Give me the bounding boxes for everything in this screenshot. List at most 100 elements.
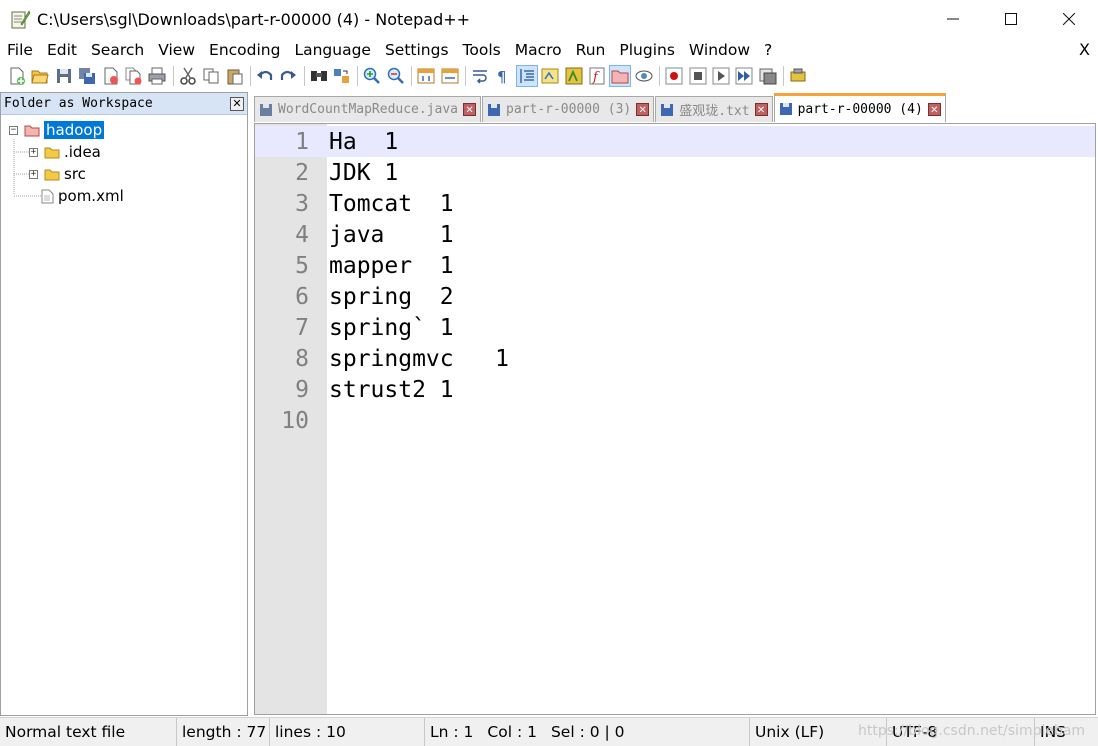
minimize-button[interactable] [924, 0, 982, 38]
panel-close-button[interactable]: ✕ [230, 96, 244, 111]
line-text[interactable]: Tomcat 1 [329, 191, 454, 217]
folder-workspace-panel: Folder as Workspace ✕ − hadoop + .idea +… [0, 92, 248, 716]
monitoring-icon[interactable] [633, 65, 655, 87]
status-eol: Unix (LF) [750, 717, 887, 746]
tab-close-icon[interactable]: ✕ [927, 102, 941, 116]
close-window-button[interactable] [1040, 0, 1098, 38]
editor-line[interactable]: 10 [255, 405, 1095, 436]
menu-help[interactable]: ? [757, 41, 779, 59]
editor-line[interactable]: 9 strust2 1 [255, 374, 1095, 405]
toolbar: ¶ f [0, 62, 1098, 90]
menu-encoding[interactable]: Encoding [202, 41, 287, 59]
editor-line[interactable]: 7 spring` 1 [255, 312, 1095, 343]
line-text[interactable]: java 1 [329, 222, 454, 248]
editor-line[interactable]: 1 Ha 1 [255, 126, 1095, 157]
text-editor[interactable]: 1 Ha 1 2 JDK 1 3 Tomcat 1 4 java 1 5 mapper 1 6 spr… [254, 123, 1096, 715]
word-wrap-icon[interactable] [469, 65, 491, 87]
status-position: Ln : 1 Col : 1 Sel : 0 | 0 [425, 717, 750, 746]
expand-icon[interactable]: + [29, 169, 38, 179]
new-file-icon[interactable] [6, 65, 28, 87]
paste-icon[interactable] [224, 65, 246, 87]
line-text[interactable]: JDK 1 [329, 160, 398, 186]
menu-window[interactable]: Window [682, 41, 757, 59]
menu-language[interactable]: Language [287, 41, 378, 59]
open-file-icon[interactable] [29, 65, 51, 87]
menu-macro[interactable]: Macro [508, 41, 569, 59]
tab-wordcountmapreduce[interactable]: WordCountMapReduce.java ✕ [254, 96, 482, 122]
editor-line[interactable]: 6 spring 2 [255, 281, 1095, 312]
editor-line[interactable]: 8 springmvc 1 [255, 343, 1095, 374]
expand-icon[interactable]: + [29, 147, 38, 157]
show-all-characters-icon[interactable]: ¶ [492, 65, 514, 87]
tab-label: part-r-00000 (3) [506, 102, 632, 117]
tab-part-r-00000-4[interactable]: part-r-00000 (4) ✕ [773, 93, 946, 122]
zoom-in-icon[interactable] [361, 65, 383, 87]
close-file-icon[interactable] [100, 65, 122, 87]
sync-horizontal-icon[interactable] [439, 65, 461, 87]
redo-icon[interactable] [277, 65, 299, 87]
replace-icon[interactable] [331, 65, 353, 87]
editor-line[interactable]: 3 Tomcat 1 [255, 188, 1095, 219]
tab-part-r-00000-3[interactable]: part-r-00000 (3) ✕ [482, 96, 655, 122]
macro-stop-icon[interactable] [687, 65, 709, 87]
tab-close-icon[interactable]: ✕ [754, 103, 768, 116]
macro-record-icon[interactable] [663, 65, 685, 87]
line-text[interactable]: spring` 1 [329, 315, 454, 341]
menu-run[interactable]: Run [569, 41, 613, 59]
macro-play-icon[interactable] [710, 65, 732, 87]
macro-save-icon[interactable] [757, 65, 779, 87]
toolbar-separator [357, 66, 359, 86]
plugin-icon[interactable] [787, 65, 809, 87]
tab-close-icon[interactable]: ✕ [463, 103, 477, 116]
tree-item-src[interactable]: + src [1, 163, 247, 185]
indent-guide-icon[interactable] [515, 65, 538, 87]
document-map-icon[interactable] [563, 65, 585, 87]
tree-root-hadoop[interactable]: − hadoop [1, 119, 247, 141]
file-icon [41, 189, 54, 203]
tab-close-icon[interactable]: ✕ [636, 103, 650, 116]
save-icon[interactable] [53, 65, 75, 87]
user-defined-language-icon[interactable] [539, 65, 561, 87]
line-text[interactable]: spring 2 [329, 284, 454, 310]
menu-edit[interactable]: Edit [40, 41, 84, 59]
menu-file[interactable]: File [0, 41, 40, 59]
line-number: 5 [295, 252, 309, 279]
sync-vertical-icon[interactable] [415, 65, 437, 87]
tree-item-pom-xml[interactable]: pom.xml [1, 185, 247, 207]
line-number: 1 [295, 128, 309, 155]
function-list-icon[interactable]: f [586, 65, 608, 87]
menu-view[interactable]: View [151, 41, 202, 59]
line-text[interactable]: springmvc 1 [329, 346, 509, 372]
line-text[interactable]: mapper 1 [329, 253, 454, 279]
undo-icon[interactable] [254, 65, 276, 87]
close-document-button[interactable]: X [1079, 40, 1090, 59]
editor-line[interactable]: 2 JDK 1 [255, 157, 1095, 188]
macro-run-multiple-icon[interactable] [733, 65, 755, 87]
save-state-icon [661, 103, 674, 116]
line-text[interactable]: Ha 1 [329, 129, 398, 155]
root-folder-icon [24, 125, 40, 136]
save-all-icon[interactable] [76, 65, 98, 87]
folder-as-workspace-icon[interactable] [609, 65, 632, 87]
zoom-out-icon[interactable] [385, 65, 407, 87]
editor-line[interactable]: 5 mapper 1 [255, 250, 1095, 281]
menu-search[interactable]: Search [84, 41, 151, 59]
copy-icon[interactable] [200, 65, 222, 87]
maximize-button[interactable] [982, 0, 1040, 38]
find-icon[interactable] [308, 65, 330, 87]
print-icon[interactable] [146, 65, 168, 87]
status-encoding: UTF-8 [887, 717, 1035, 746]
menu-settings[interactable]: Settings [378, 41, 456, 59]
tab-txt-file[interactable]: 盛观珑.txt ✕ [655, 96, 773, 122]
collapse-icon[interactable]: − [9, 125, 18, 135]
toolbar-separator [303, 66, 305, 86]
menu-tools[interactable]: Tools [456, 41, 508, 59]
line-text[interactable]: strust2 1 [329, 377, 454, 403]
cut-icon[interactable] [177, 65, 199, 87]
close-all-icon[interactable] [123, 65, 145, 87]
editor-line[interactable]: 4 java 1 [255, 219, 1095, 250]
line-number: 9 [295, 376, 309, 403]
menu-plugins[interactable]: Plugins [612, 41, 682, 59]
line-number: 6 [295, 283, 309, 310]
tree-item-idea[interactable]: + .idea [1, 141, 247, 163]
